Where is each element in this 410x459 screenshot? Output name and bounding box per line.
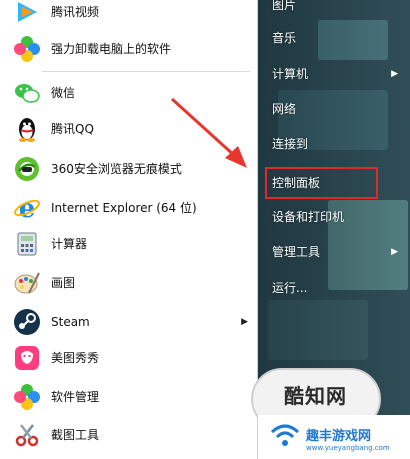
- program-calculator[interactable]: 计算器: [0, 226, 258, 262]
- sys-link-pictures[interactable]: 图片: [258, 0, 410, 20]
- meitu-icon: [12, 343, 42, 373]
- program-internet-explorer[interactable]: e Internet Explorer (64 位): [0, 190, 258, 226]
- submenu-arrow-icon: ▶: [391, 69, 398, 79]
- sys-link-label: 网络: [272, 102, 297, 116]
- steam-icon: [12, 307, 42, 337]
- tencent-video-icon: [12, 0, 42, 27]
- control-panel-highlight-box: [265, 167, 378, 199]
- submenu-arrow-icon: ▶: [241, 317, 248, 327]
- program-label: 360安全浏览器无痕模式: [51, 162, 182, 176]
- sys-link-label: 管理工具: [272, 245, 321, 259]
- internet-explorer-icon: e: [12, 193, 42, 223]
- sys-link-computer[interactable]: 计算机 ▶: [258, 59, 410, 89]
- start-menu: 腾讯视频 强力卸载电脑上的软件 微信 腾讯QQ 360安全浏览器无痕模式 e I…: [0, 0, 410, 459]
- program-label: 腾讯视频: [51, 5, 100, 19]
- program-label: Steam: [51, 315, 90, 329]
- program-uninstaller[interactable]: 强力卸载电脑上的软件: [0, 31, 258, 67]
- sys-link-label: 设备和打印机: [272, 210, 345, 224]
- software-manager-icon: [12, 382, 42, 412]
- sys-link-label: 计算机: [272, 67, 309, 81]
- program-software-manager[interactable]: 软件管理: [0, 379, 258, 415]
- program-label: Internet Explorer (64 位): [51, 201, 197, 215]
- program-360-browser[interactable]: 360安全浏览器无痕模式: [0, 151, 258, 187]
- sys-link-label: 运行...: [272, 281, 308, 295]
- submenu-arrow-icon: ▶: [391, 247, 398, 257]
- program-wechat[interactable]: 微信: [0, 75, 258, 111]
- wechat-icon: [12, 78, 42, 108]
- qq-penguin-icon: [12, 114, 42, 144]
- sys-link-devices-printers[interactable]: 设备和打印机: [258, 202, 410, 232]
- sys-link-label: 音乐: [272, 31, 297, 45]
- paint-icon: [12, 268, 42, 298]
- wifi-logo-icon: [270, 424, 300, 446]
- program-label: 计算器: [51, 237, 88, 251]
- program-label: 微信: [51, 86, 76, 100]
- svg-text:e: e: [19, 194, 36, 222]
- uninstall-pinwheel-icon: [12, 34, 42, 64]
- program-snipping-tool[interactable]: 截图工具: [0, 417, 258, 453]
- program-label: 截图工具: [51, 428, 100, 442]
- program-label: 强力卸载电脑上的软件: [51, 42, 172, 56]
- program-label: 画图: [51, 276, 76, 290]
- calculator-icon: [12, 229, 42, 259]
- sys-link-admin-tools[interactable]: 管理工具 ▶: [258, 237, 410, 267]
- watermark-logo-text: 酷知网: [284, 384, 347, 408]
- program-tencent-video[interactable]: 腾讯视频: [0, 0, 258, 30]
- sys-link-label: 图片: [272, 0, 297, 12]
- program-list: 腾讯视频 强力卸载电脑上的软件 微信 腾讯QQ 360安全浏览器无痕模式 e I…: [0, 0, 258, 459]
- menu-separator: [42, 71, 250, 72]
- watermark-site-name: 趣丰游戏网: [306, 429, 372, 444]
- snipping-tool-icon: [12, 420, 42, 450]
- sys-link-label: 连接到: [272, 137, 309, 151]
- program-label: 软件管理: [51, 390, 100, 404]
- program-steam[interactable]: Steam ▶: [0, 304, 258, 340]
- sys-link-music[interactable]: 音乐: [258, 23, 410, 53]
- program-label: 腾讯QQ: [51, 122, 94, 136]
- program-label: 美图秀秀: [51, 351, 100, 365]
- sys-link-run[interactable]: 运行...: [258, 273, 410, 303]
- sys-link-connect-to[interactable]: 连接到: [258, 129, 410, 159]
- watermark-site-url: www.yueyangbang.com: [306, 444, 390, 452]
- program-meitu[interactable]: 美图秀秀: [0, 340, 258, 376]
- sys-link-network[interactable]: 网络: [258, 94, 410, 124]
- program-paint[interactable]: 画图: [0, 265, 258, 301]
- program-qq[interactable]: 腾讯QQ: [0, 111, 258, 147]
- 360-browser-icon: [12, 154, 42, 184]
